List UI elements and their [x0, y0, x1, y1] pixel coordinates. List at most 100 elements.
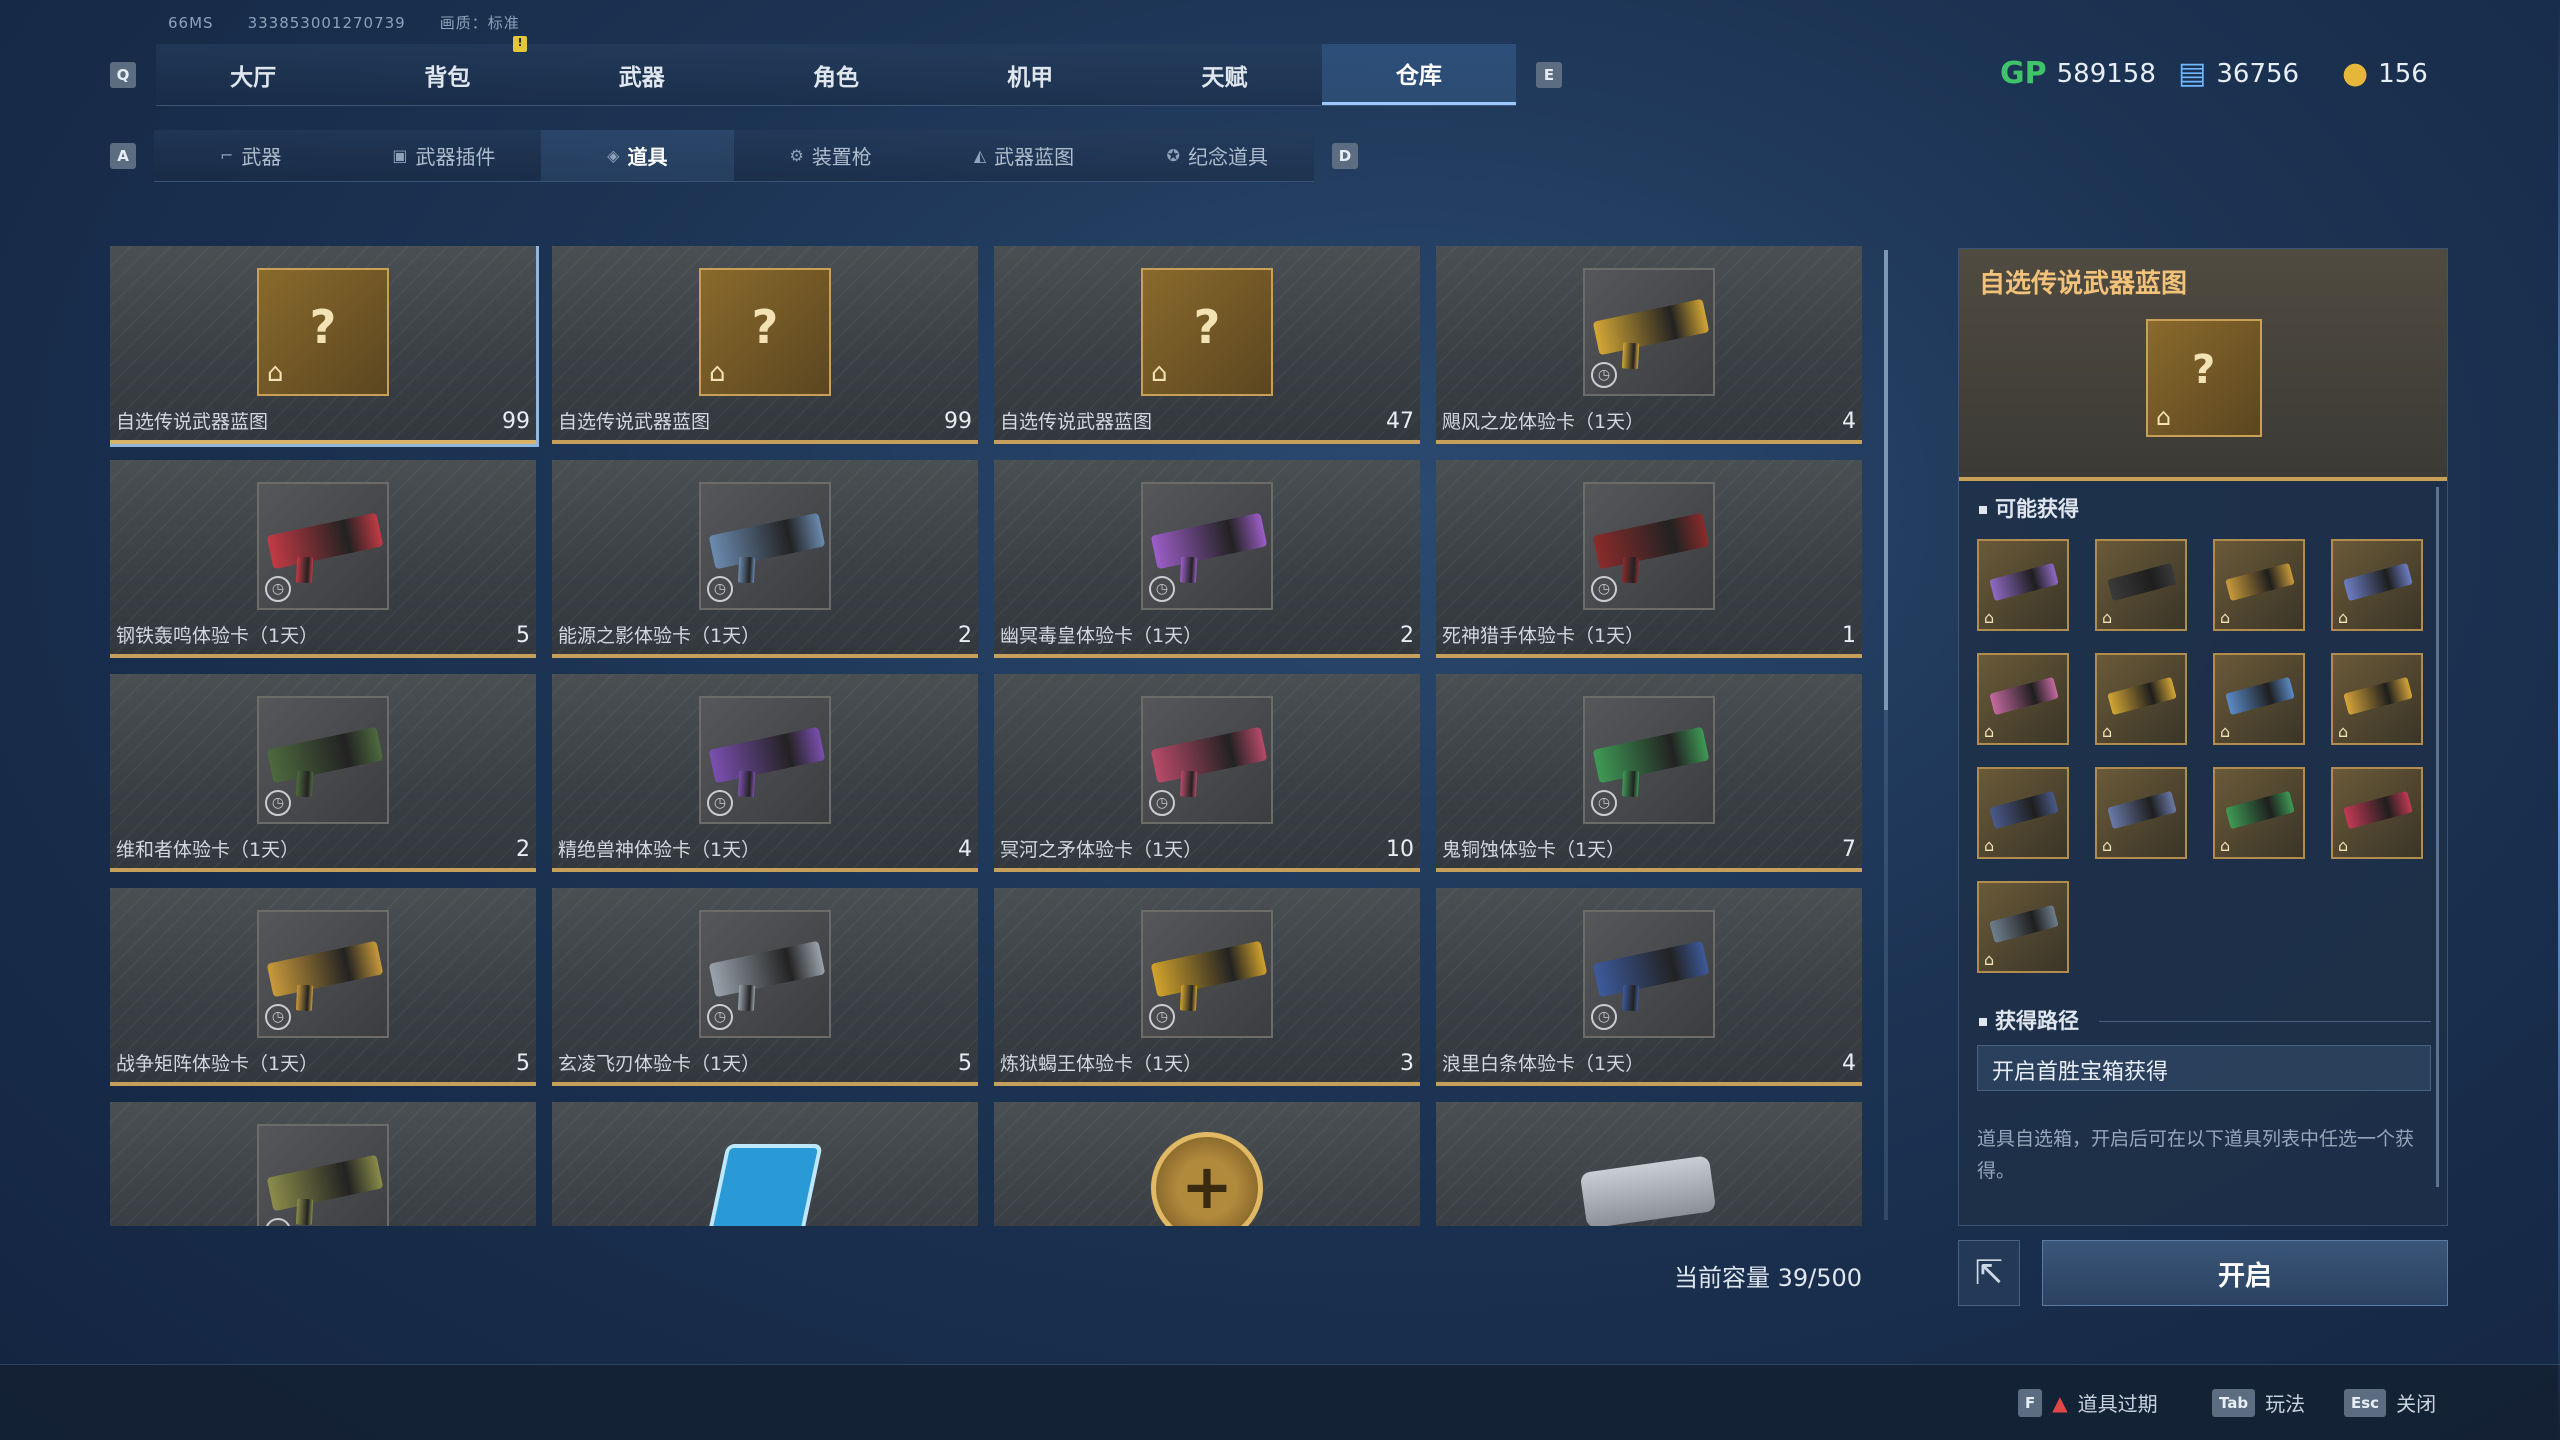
player-uid: 333853001270739 — [247, 14, 406, 32]
item-name: 玄凌飞刃体验卡（1天） — [558, 1053, 761, 1075]
subtab-label: 道具 — [627, 145, 668, 169]
scroll-thumb[interactable] — [1884, 250, 1888, 710]
prev-subtab-key[interactable]: A — [110, 143, 136, 169]
reward-item[interactable]: ⌂ — [2213, 539, 2305, 631]
subtab-weapon-blueprints[interactable]: ◭ 武器蓝图 — [927, 130, 1120, 181]
blueprint-compass-icon: ⌂ — [2220, 608, 2231, 627]
inventory-item[interactable]: ◷ — [110, 1102, 536, 1226]
subtab-label: 装置枪 — [811, 145, 872, 169]
inventory-item[interactable]: ◷ 钢铁轰鸣体验卡（1天） 5 — [110, 460, 536, 658]
share-button[interactable]: ⇱ — [1958, 1240, 2020, 1306]
reward-item[interactable]: ⌂ — [2095, 539, 2187, 631]
reward-item[interactable]: ⌂ — [2095, 653, 2187, 745]
inventory-item[interactable]: + — [994, 1102, 1420, 1226]
detail-title: 自选传说武器蓝图 — [1979, 269, 2188, 299]
clock-icon: ◷ — [1591, 790, 1617, 816]
tab-label: 大厅 — [230, 64, 277, 91]
inventory-item[interactable]: ? ⌂ 自选传说武器蓝图 99 — [552, 246, 978, 444]
blueprint-compass-icon: ⌂ — [1151, 358, 1168, 388]
blueprint-compass-icon: ⌂ — [2338, 722, 2349, 741]
item-icon: ◷ — [1583, 696, 1715, 824]
item-icon: ◷ — [1583, 910, 1715, 1038]
possible-rewards-label: 可能获得 — [1979, 493, 2079, 523]
rifle-icon: ⌐ — [219, 146, 234, 165]
detail-header: 自选传说武器蓝图 ? ⌂ — [1959, 249, 2447, 481]
item-icon: ◷ — [1141, 696, 1273, 824]
reward-item[interactable]: ⌂ — [1977, 653, 2069, 745]
hint-expired-items[interactable]: F ▲ 道具过期 — [2018, 1388, 2158, 1417]
blueprint-compass-icon: ⌂ — [2338, 608, 2349, 627]
detail-item-icon: ? ⌂ — [2146, 319, 2262, 437]
warning-icon: ▲ — [2052, 1390, 2068, 1415]
clock-icon: ◷ — [1591, 362, 1617, 388]
inventory-item[interactable]: ◷ 维和者体验卡（1天） 2 — [110, 674, 536, 872]
tab-label: 角色 — [812, 64, 859, 91]
inventory-item[interactable]: ◷ 玄凌飞刃体验卡（1天） 5 — [552, 888, 978, 1086]
inventory-item[interactable]: ? ⌂ 自选传说武器蓝图 47 — [994, 246, 1420, 444]
subtab-weapons[interactable]: ⌐ 武器 — [154, 130, 347, 181]
weapon-icon — [2107, 562, 2177, 602]
prev-tab-key[interactable]: Q — [110, 62, 136, 88]
clock-icon: ◷ — [1149, 576, 1175, 602]
next-subtab-key[interactable]: D — [1332, 143, 1358, 169]
gp-currency: GP 589158 — [2000, 56, 2156, 91]
item-count: 7 — [1842, 837, 1856, 862]
inventory-item[interactable]: ◷ 鬼铜蚀体验卡（1天） 7 — [1436, 674, 1862, 872]
inventory-item[interactable]: ◷ 飓风之龙体验卡（1天） 4 — [1436, 246, 1862, 444]
inventory-item[interactable]: ◷ 战争矩阵体验卡（1天） 5 — [110, 888, 536, 1086]
item-name: 冥河之矛体验卡（1天） — [1000, 839, 1203, 861]
inventory-item[interactable]: ◷ 幽冥毒皇体验卡（1天） 2 — [994, 460, 1420, 658]
hint-close[interactable]: Esc 关闭 — [2344, 1388, 2436, 1417]
inventory-item[interactable]: ? ⌂ 自选传说武器蓝图 99 — [110, 246, 539, 447]
subtab-label: 武器 — [241, 145, 282, 169]
inventory-item[interactable] — [552, 1102, 978, 1226]
inventory-item[interactable]: ◷ 浪里白条体验卡（1天） 4 — [1436, 888, 1862, 1086]
item-icon: ? ⌂ — [699, 268, 831, 396]
next-tab-key[interactable]: E — [1536, 62, 1562, 88]
tab-backpack[interactable]: 背包 — [350, 44, 544, 105]
tab-mecha[interactable]: 机甲 — [933, 44, 1127, 105]
tab-talents[interactable]: 天赋 — [1127, 44, 1321, 105]
item-icon — [699, 1124, 831, 1226]
weapon-icon — [2343, 676, 2413, 716]
reward-item[interactable]: ⌂ — [2213, 653, 2305, 745]
blueprint-compass-icon: ⌂ — [2102, 608, 2113, 627]
reward-item[interactable]: ⌂ — [1977, 881, 2069, 973]
inventory-item[interactable]: ◷ 死神猎手体验卡（1天） 1 — [1436, 460, 1862, 658]
reward-item[interactable]: ⌂ — [2095, 767, 2187, 859]
subtab-device-guns[interactable]: ⚙ 装置枪 — [734, 130, 927, 181]
gp-icon: GP — [2000, 56, 2047, 91]
clock-icon: ◷ — [265, 1004, 291, 1030]
subtab-commemorative[interactable]: ✪ 纪念道具 — [1121, 130, 1314, 181]
reward-item[interactable]: ⌂ — [2213, 767, 2305, 859]
reward-item[interactable]: ⌂ — [2331, 539, 2423, 631]
ticket-currency: ▤ 36756 — [2178, 56, 2299, 91]
reward-item[interactable]: ⌂ — [2331, 653, 2423, 745]
item-icon: ◷ — [1583, 268, 1715, 396]
gp-value: 589158 — [2056, 58, 2156, 89]
hint-gameplay[interactable]: Tab 玩法 — [2212, 1388, 2305, 1417]
grid-scrollbar[interactable] — [1884, 250, 1888, 1220]
subtab-items[interactable]: ◈ 道具 — [540, 130, 734, 181]
hint-label: 玩法 — [2265, 1392, 2306, 1416]
reward-item[interactable]: ⌂ — [1977, 539, 2069, 631]
subtab-weapon-plugins[interactable]: ▣ 武器插件 — [347, 130, 540, 181]
clock-icon: ◷ — [265, 1218, 291, 1226]
item-name: 钢铁轰鸣体验卡（1天） — [116, 625, 319, 647]
tab-lobby[interactable]: 大厅 — [156, 44, 350, 105]
weapon-icon — [266, 1154, 384, 1212]
tab-characters[interactable]: 角色 — [739, 44, 933, 105]
inventory-item[interactable]: ◷ 炼狱蝎王体验卡（1天） 3 — [994, 888, 1420, 1086]
tab-weapons[interactable]: 武器 — [545, 44, 739, 105]
inventory-item[interactable]: ◷ 能源之影体验卡（1天） 2 — [552, 460, 978, 658]
blueprint-compass-icon: ⌂ — [709, 358, 726, 388]
inventory-item[interactable] — [1436, 1102, 1862, 1226]
inventory-item[interactable]: ◷ 精绝兽神体验卡（1天） 4 — [552, 674, 978, 872]
tab-warehouse[interactable]: 仓库 — [1321, 44, 1516, 105]
tab-label: 仓库 — [1395, 63, 1442, 89]
detail-scrollbar[interactable] — [2436, 487, 2439, 1187]
reward-item[interactable]: ⌂ — [1977, 767, 2069, 859]
open-button[interactable]: 开启 — [2042, 1240, 2448, 1306]
inventory-item[interactable]: ◷ 冥河之矛体验卡（1天） 10 — [994, 674, 1420, 872]
reward-item[interactable]: ⌂ — [2331, 767, 2423, 859]
